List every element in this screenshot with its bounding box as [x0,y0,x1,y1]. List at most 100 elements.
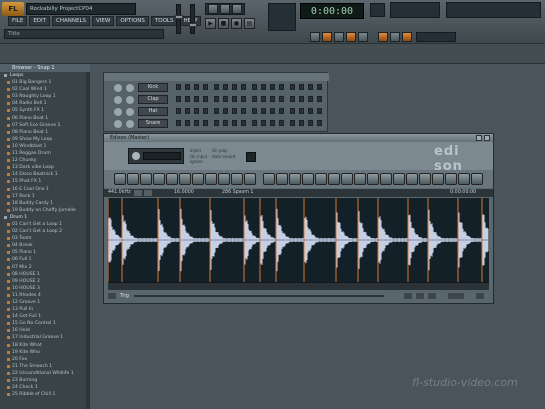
step-button[interactable] [223,96,228,102]
plugin-icon[interactable] [378,32,388,42]
browser-item[interactable]: 17 Rock 1 [0,193,88,200]
edison-titlebar[interactable]: Edison (Master) [104,134,493,142]
snap-icon[interactable] [232,4,242,14]
edison-tool-button[interactable] [114,173,126,185]
channel-volume-knob[interactable] [126,84,134,92]
step-button[interactable] [194,108,199,114]
step-button[interactable] [214,108,219,114]
step-button[interactable] [185,84,190,90]
edison-tool-button[interactable] [341,173,353,185]
slot-b-icon[interactable] [416,293,424,299]
step-button[interactable] [279,120,284,126]
edison-tool-button[interactable] [166,173,178,185]
step-button[interactable] [214,96,219,102]
mixer-icon[interactable] [358,32,368,42]
scroll-track[interactable] [134,295,384,297]
menu-view[interactable]: VIEW [92,16,115,26]
step-button[interactable] [270,84,275,90]
edison-tool-button[interactable] [205,173,217,185]
browser-item[interactable]: 08 HOUSE 1 [0,271,88,278]
step-button[interactable] [261,96,266,102]
browser-item[interactable]: 07 Mix 2 [0,264,88,271]
record-button[interactable]: ● [231,18,242,29]
browser-item[interactable]: 17 Industrial Groove 1 [0,334,88,341]
browser-item[interactable]: 12 Groove 1 [0,299,88,306]
step-button[interactable] [290,84,295,90]
step-button[interactable] [290,96,295,102]
pattern-button[interactable]: ▤ [244,18,255,29]
browser-item[interactable]: 13 Dark vibe Loop [0,164,88,171]
edison-tool-button[interactable] [302,173,314,185]
step-button[interactable] [241,84,246,90]
channel-volume-knob[interactable] [126,108,134,116]
browser-header[interactable]: Browser - Snap 1 [0,64,90,72]
step-button[interactable] [214,120,219,126]
edison-tool-button[interactable] [419,173,431,185]
step-sequencer-icon[interactable] [322,32,332,42]
step-button[interactable] [308,96,313,102]
step-button[interactable] [241,120,246,126]
menu-tools[interactable]: TOOLS [150,16,178,26]
browser-item[interactable]: 04 Break [0,242,88,249]
playlist-icon[interactable] [310,32,320,42]
edison-tool-button[interactable] [367,173,379,185]
browser-item[interactable]: 16 E Cool One 1 [0,186,88,193]
edison-tool-button[interactable] [458,173,470,185]
song-mode-icon[interactable] [220,4,230,14]
trigger-mode[interactable]: Trig [120,293,129,299]
step-button[interactable] [317,120,322,126]
play-button[interactable]: ▶ [205,18,216,29]
edison-tool-button[interactable] [276,173,288,185]
browser-item[interactable]: 03 Naughty Loop 1 [0,93,88,100]
browser-item[interactable]: 08 Piano Beat 1 [0,129,88,136]
drag-sample-handle[interactable] [448,293,464,299]
step-button[interactable] [252,120,257,126]
step-button[interactable] [194,84,199,90]
step-sequencer-titlebar[interactable] [104,73,329,81]
browser-item[interactable]: 14 Get Full 1 [0,313,88,320]
edison-tool-button[interactable] [393,173,405,185]
source-selector[interactable] [143,152,181,160]
browser-item[interactable]: 12 Chunky [0,157,88,164]
browser-item[interactable]: 09 HOUSE 2 [0,278,88,285]
timeline-ruler[interactable] [108,282,489,290]
step-button[interactable] [252,84,257,90]
input-knob-icon[interactable] [132,152,140,160]
browser-item[interactable]: 10 Windblast 1 [0,143,88,150]
channel-pan-knob[interactable] [114,108,122,116]
step-button[interactable] [232,84,237,90]
step-button[interactable] [185,108,190,114]
step-button[interactable] [290,120,295,126]
channel-button[interactable]: Clap [138,95,168,104]
step-button[interactable] [261,84,266,90]
browser-scrollbar[interactable] [86,72,90,409]
step-button[interactable] [232,96,237,102]
step-button[interactable] [194,96,199,102]
edison-tool-button[interactable] [471,173,483,185]
menu-options[interactable]: OPTIONS [116,16,149,26]
browser-item[interactable]: 16 Hold [0,327,88,334]
browser-item[interactable]: 15 Go No Control 1 [0,320,88,327]
edison-tool-button[interactable] [140,173,152,185]
browser-item[interactable]: 21 The Smooch 1 [0,363,88,370]
pattern-mode-icon[interactable] [208,4,218,14]
step-button[interactable] [252,108,257,114]
minimize-icon[interactable] [476,135,482,141]
stop-button[interactable]: ■ [218,18,229,29]
browser-item[interactable]: 06 Piano Beat 1 [0,115,88,122]
zoom-out-icon[interactable] [134,190,142,196]
step-button[interactable] [317,108,322,114]
options-icon[interactable] [476,293,484,299]
channel-pan-knob[interactable] [114,84,122,92]
waveform-display[interactable] [108,198,489,282]
step-button[interactable] [203,120,208,126]
loop-icon[interactable] [108,293,116,299]
piano-roll-icon[interactable] [334,32,344,42]
browser-item[interactable]: 19 Kite Who [0,349,88,356]
step-button[interactable] [261,108,266,114]
slot-c-icon[interactable] [428,293,436,299]
edison-tool-button[interactable] [127,173,139,185]
step-button[interactable] [223,84,228,90]
step-button[interactable] [270,96,275,102]
app-logo[interactable]: FL [2,2,24,16]
